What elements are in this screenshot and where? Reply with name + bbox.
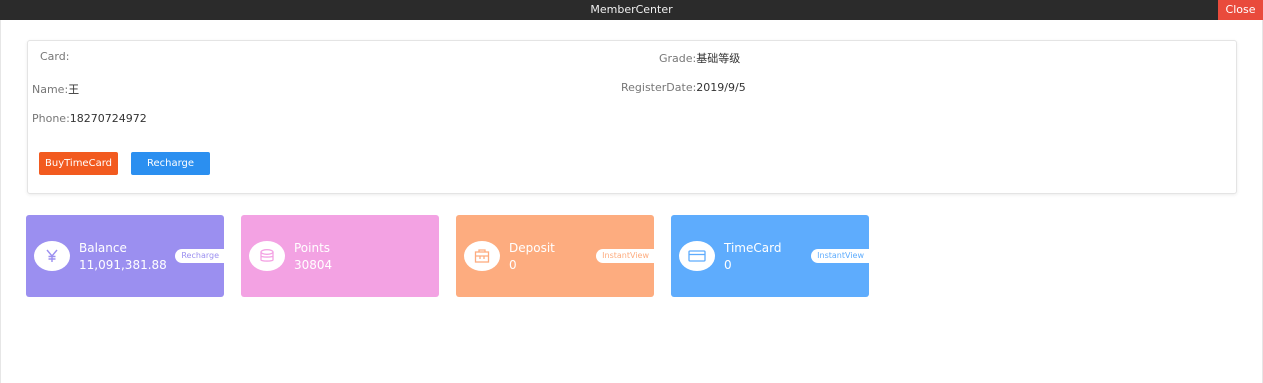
deposit-label: Deposit <box>509 241 555 255</box>
grade-label: Grade: <box>659 52 697 65</box>
balance-card: Balance 11,091,381.88 Recharge <box>26 215 224 297</box>
card-label: Card: <box>40 50 70 63</box>
register-date-field: RegisterDate:2019/9/5 <box>621 81 746 94</box>
box-icon <box>464 241 500 271</box>
register-date-label: RegisterDate: <box>621 81 697 94</box>
timecard-instant-view-link[interactable]: InstantView <box>811 249 869 263</box>
points-card: Points 30804 <box>241 215 439 297</box>
name-value: 王 <box>68 83 80 96</box>
balance-value: 11,091,381.88 <box>79 258 167 272</box>
recharge-button[interactable]: Recharge <box>131 152 210 175</box>
balance-recharge-link[interactable]: Recharge <box>175 249 224 263</box>
name-label: Name: <box>32 83 69 96</box>
deposit-card: Deposit 0 InstantView <box>456 215 654 297</box>
timecard-value: 0 <box>724 258 732 272</box>
phone-label: Phone: <box>32 112 70 125</box>
buy-time-card-button[interactable]: BuyTimeCard <box>39 152 118 175</box>
grade-field: Grade:基础等级 <box>659 50 740 66</box>
yen-icon <box>34 241 70 271</box>
card-icon <box>679 241 715 271</box>
phone-field: Phone:18270724972 <box>32 112 147 125</box>
register-date-value: 2019/9/5 <box>696 81 746 94</box>
deposit-instant-view-link[interactable]: InstantView <box>596 249 654 263</box>
timecard-card: TimeCard 0 InstantView <box>671 215 869 297</box>
card-field: Card: <box>40 50 69 63</box>
grade-value: 基础等级 <box>696 52 741 65</box>
balance-label: Balance <box>79 241 127 255</box>
points-label: Points <box>294 241 331 255</box>
deposit-value: 0 <box>509 258 517 272</box>
points-value: 30804 <box>294 258 333 272</box>
close-button[interactable]: Close <box>1218 0 1263 20</box>
timecard-label: TimeCard <box>724 241 782 255</box>
name-field: Name:王 <box>32 81 79 97</box>
window-title: MemberCenter <box>590 3 673 16</box>
title-bar: MemberCenter Close <box>0 0 1263 20</box>
phone-value: 18270724972 <box>69 112 147 125</box>
coins-icon <box>249 241 285 271</box>
